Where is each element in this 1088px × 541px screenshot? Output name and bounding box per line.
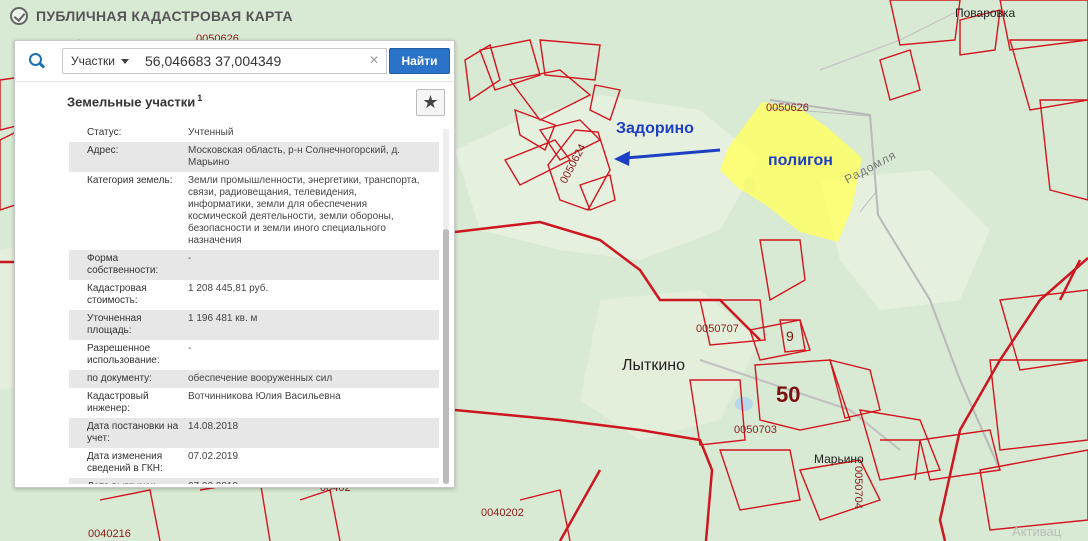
app-header: ПУБЛИЧНАЯ КАДАСТРОВАЯ КАРТА [10,4,293,28]
attribute-value: - [188,343,192,354]
search-bar: Участки × Найти [15,41,454,81]
panel-title-text: Земельные участки [67,94,196,110]
chevron-down-icon [121,58,129,64]
pond [735,397,753,411]
attribute-row: Кадастровая стоимость: 1 208 445,81 руб. [69,280,439,310]
panel-title: Земельные участки 1 [67,93,202,109]
attribute-value: - [188,253,192,264]
attribute-value: 14.08.2018 [188,421,239,432]
attribute-row: Дата постановки на учет: 14.08.2018 [69,418,439,448]
attribute-row: Форма собственности: - [69,250,439,280]
attribute-value: 1 208 445,81 руб. [188,283,269,294]
attribute-row: Кадастровый инженер: Вотчинникова Юлия Ва… [69,388,439,418]
search-type-select[interactable]: Участки [62,48,136,74]
attribute-row: Категория земель: Земли промышленности, э… [69,172,439,250]
zone-number-50: 50 [776,382,801,407]
place-label-povarovka: Поваровка [955,6,1016,20]
attribute-key: Дата изменения сведений в ГКН: [87,451,163,474]
quarter-label-0040216: 0040216 [88,528,131,540]
attribute-value: 07.02.2019 [188,451,239,462]
annotation-polygon: полигон [768,152,833,169]
attribute-row: Разрешенное использование: - [69,340,439,370]
app-title: ПУБЛИЧНАЯ КАДАСТРОВАЯ КАРТА [36,8,293,24]
attribute-key: Дата выгрузки: [69,481,188,484]
app-logo-icon[interactable] [10,7,28,25]
attribute-value: 07.02.2019 [188,481,421,484]
quarter-label-0050703: 0050703 [734,424,777,436]
annotation-zadorino: Задорино [616,120,694,137]
panel-count: 1 [197,93,203,103]
attribute-row: Уточненная площадь: 1 196 481 кв. м [69,310,439,340]
attribute-key: Уточненная площадь: [87,313,142,336]
search-input[interactable] [135,48,387,74]
attribute-key: Статус: [87,127,122,138]
quarter-label-0050707: 0050707 [696,323,739,335]
zone-number-9: 9 [786,328,794,344]
search-type-label: Участки [71,54,115,68]
attribute-value: обеспечение вооруженных сил [188,373,333,384]
activation-watermark: Активац [1012,524,1062,539]
attributes-table: Статус: Учтенный Адрес: Московская область,… [69,124,439,484]
attribute-value: Вотчинникова Юлия Васильевна [188,391,341,402]
attribute-key: Категория земель: [87,175,173,186]
place-label-lytkino: Лыткино [622,357,685,374]
search-icon[interactable] [23,48,51,74]
quarter-label-0050626: 0050626 [766,102,809,114]
place-label-marino: Марьино [814,452,864,466]
scrollbar[interactable] [443,129,449,484]
quarter-label-0050704: 0050704 [852,466,864,509]
find-button[interactable]: Найти [389,48,450,74]
attribute-row: Адрес: Московская область, р-н Солнечного… [69,142,439,172]
attribute-value: Московская область, р-н Солнечногорский,… [188,145,401,168]
quarter-label-0040202: 0040202 [481,507,524,519]
attribute-row: Статус: Учтенный [69,124,439,142]
attribute-key: Дата постановки на учет: [87,421,179,444]
attribute-key: по документу: [87,373,152,384]
attribute-value: Земли промышленности, энергетики, трансп… [188,175,420,246]
attribute-row: Дата изменения сведений в ГКН: 07.02.2019 [69,448,439,478]
attribute-value: 1 196 481 кв. м [188,313,258,324]
attribute-key: Адрес: [87,145,119,156]
attribute-key: Кадастровая стоимость: [87,283,147,306]
attributes-scroll[interactable]: Статус: Учтенный Адрес: Московская область,… [58,124,454,484]
attribute-key: Кадастровый инженер: [87,391,149,414]
panel-header: Земельные участки 1 ★ [15,81,454,122]
attribute-value: Учтенный [188,127,234,138]
star-icon[interactable]: ★ [416,89,445,116]
attribute-key: Форма собственности: [87,253,159,276]
attribute-row: Дата выгрузки:07.02.2019 [69,478,439,484]
attribute-row: по документу: обеспечение вооруженных сил [69,370,439,388]
scrollbar-thumb[interactable] [443,229,449,484]
search-panel: Участки × Найти Земельные участки1 ★ Ста… [14,40,455,488]
attribute-key: Разрешенное использование: [87,343,160,366]
clear-icon[interactable]: × [365,51,383,71]
